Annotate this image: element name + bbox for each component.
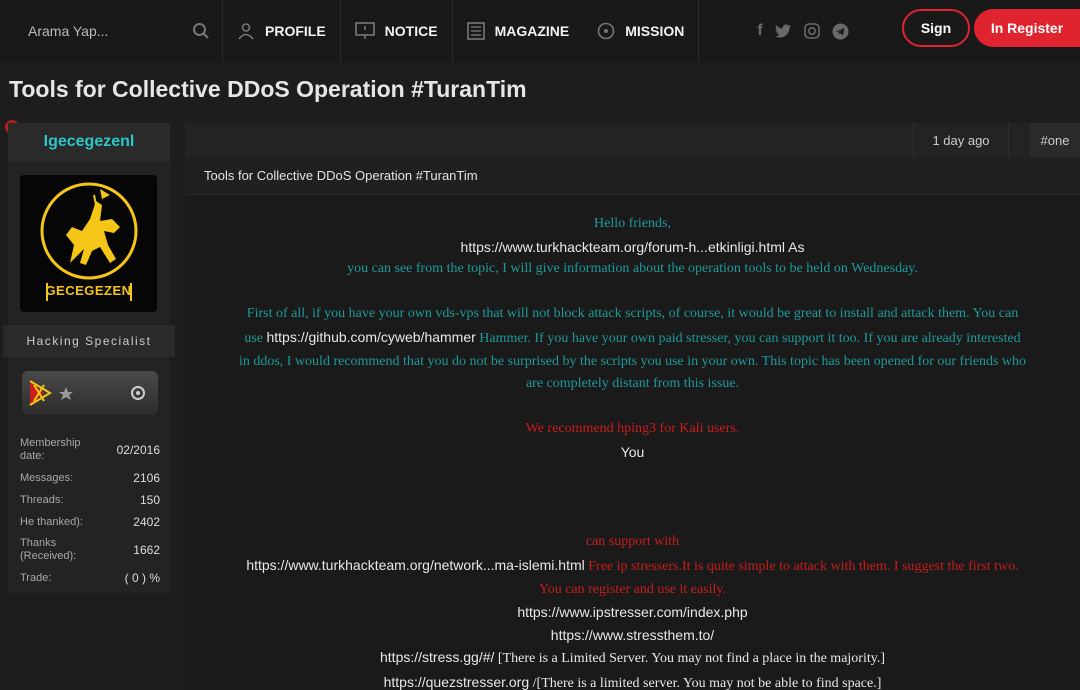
forum-link[interactable]: https://www.turkhackteam.org/forum-h...e…: [461, 239, 785, 255]
paragraph-text: First of all, if you have your own vds-v…: [246, 306, 1019, 322]
nav-magazine-label: MAGAZINE: [494, 23, 570, 39]
search-box[interactable]: Arama Yap...: [0, 0, 222, 62]
instagram-icon[interactable]: [803, 23, 820, 39]
avatar-text: GECEGEZEN: [45, 283, 132, 298]
text-fragment: use: [244, 330, 267, 346]
monitor-icon: [354, 22, 375, 39]
text-fragment: /[There is a limited server. You may not…: [529, 675, 882, 690]
post-body: Hello friends, https://www.turkhackteam.…: [185, 195, 1080, 690]
network-link[interactable]: https://www.turkhackteam.org/network...m…: [246, 557, 584, 573]
github-link[interactable]: https://github.com/cyweb/hammer: [266, 329, 475, 345]
post-subtitle: Tools for Collective DDoS Operation #Tur…: [185, 157, 1080, 195]
stressgg-link[interactable]: https://stress.gg/#/: [380, 649, 494, 665]
post-header: 1 day ago #one: [185, 123, 1080, 157]
text-line: use https://github.com/cyweb/hammer Hamm…: [185, 326, 1080, 351]
post-number[interactable]: #one: [1030, 123, 1080, 157]
stat-row: Messages: 2106: [20, 471, 160, 485]
nav-mission[interactable]: MISSION: [583, 0, 698, 62]
text-fragment: Free ip stressers.It is quite simple to …: [584, 558, 1019, 574]
text-fragment: Hammer. If you have your own paid stress…: [475, 330, 1021, 346]
stat-row: Thanks (Received): 1662: [20, 537, 160, 563]
avatar[interactable]: GECEGEZEN: [20, 175, 157, 312]
stat-value: 2106: [133, 471, 160, 485]
stat-label: He thanked):: [20, 516, 83, 528]
stat-value: 02/2016: [116, 442, 160, 457]
stat-row: Trade: ( 0 ) %: [20, 571, 160, 585]
search-icon[interactable]: [192, 22, 210, 40]
nav-magazine[interactable]: MAGAZINE: [453, 0, 584, 62]
user-role: Hacking Specialist: [26, 334, 152, 348]
nav-notice-label: NOTICE: [384, 23, 438, 39]
paragraph-text: you can see from the topic, I will give …: [347, 261, 918, 277]
username[interactable]: Igecegezenl: [44, 133, 135, 151]
stat-row: Threads: 150: [20, 493, 160, 507]
stat-value: ( 0 ) %: [124, 571, 160, 585]
sign-in-button[interactable]: Sign: [902, 9, 970, 47]
nav-notice[interactable]: NOTICE: [341, 0, 452, 62]
rank-badge: [22, 371, 158, 415]
stat-label: Thanks (Received):: [20, 537, 77, 562]
text-fragment: As: [784, 238, 805, 255]
stat-value: 2402: [133, 515, 160, 529]
stat-label: Trade:: [20, 572, 52, 584]
social-links: f: [757, 22, 849, 40]
quezstresser-link[interactable]: https://quezstresser.org: [384, 674, 530, 690]
user-stats: Membership date: 02/2016 Messages: 2106 Th…: [20, 437, 160, 593]
nav-profile-label: PROFILE: [265, 23, 326, 39]
text-line: https://www.turkhackteam.org/network...m…: [185, 554, 1080, 579]
stat-row: He thanked): 2402: [20, 515, 160, 529]
paragraph-text: You can register and use it easily.: [538, 581, 727, 597]
user-icon: [238, 23, 254, 40]
text-line: https://quezstresser.org /[There is a li…: [185, 671, 1080, 690]
stat-label: Membership date:: [20, 437, 81, 462]
recommend-text: We recommend hping3 for Kali users.: [525, 421, 740, 437]
stat-label: Messages:: [20, 472, 74, 484]
ipstresser-link[interactable]: https://www.ipstresser.com/index.php: [185, 601, 1080, 624]
search-input[interactable]: Arama Yap...: [28, 23, 108, 39]
register-button[interactable]: In Register: [974, 9, 1080, 47]
text-line: https://stress.gg/#/ [There is a Limited…: [185, 646, 1080, 671]
greeting-text: Hello friends,: [594, 216, 671, 231]
text-fragment: [There is a Limited Server. You may not …: [494, 651, 885, 667]
stat-value: 150: [139, 493, 160, 507]
paragraph-text: You: [620, 443, 645, 460]
newspaper-icon: [466, 22, 485, 40]
stressthem-link[interactable]: https://www.stressthem.to/: [185, 624, 1080, 647]
nav-mission-label: MISSION: [625, 23, 685, 39]
stat-row: Membership date: 02/2016: [20, 437, 160, 463]
rank-emblem-icon: [29, 380, 145, 406]
compass-icon: [597, 22, 615, 40]
page-title: Tools for Collective DDoS Operation #Tur…: [9, 76, 527, 102]
username-box: Igecegezenl: [8, 123, 170, 161]
telegram-icon[interactable]: [832, 23, 849, 40]
paragraph-text: can support with: [585, 534, 680, 550]
stat-value: 1662: [133, 542, 160, 557]
nav-profile[interactable]: PROFILE: [223, 0, 340, 62]
paragraph-text: are completely distant from this issue.: [525, 376, 740, 392]
paragraph-text: in ddos, I would recommend that you do n…: [238, 353, 1027, 369]
role-box: Hacking Specialist: [3, 325, 175, 357]
stat-label: Threads:: [20, 494, 64, 506]
twitter-icon[interactable]: [774, 24, 792, 38]
post-date: 1 day ago: [913, 123, 1009, 157]
post: 1 day ago #one Tools for Collective DDoS…: [185, 123, 1080, 690]
user-sidebar: Igecegezenl GECEGEZEN Hacking Specialist…: [3, 123, 175, 593]
facebook-icon[interactable]: f: [757, 22, 762, 40]
nav-divider: [698, 0, 700, 62]
text-line: https://www.turkhackteam.org/forum-h...e…: [185, 236, 1080, 259]
